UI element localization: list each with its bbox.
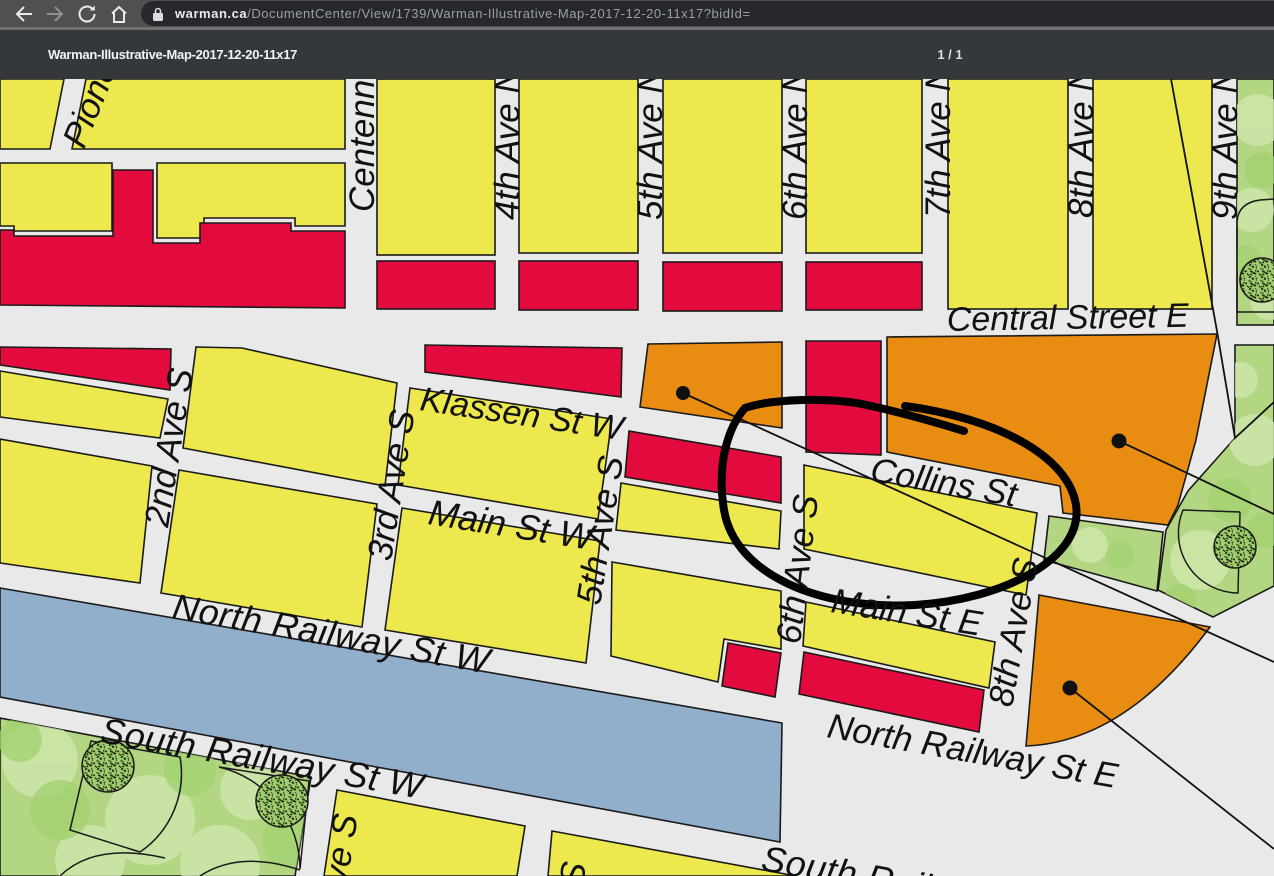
svg-text:Centennial: Centennial (343, 79, 382, 212)
svg-text:8th Ave N: 8th Ave N (1062, 79, 1101, 218)
svg-text:5th Ave N: 5th Ave N (631, 79, 670, 220)
svg-text:6th Ave N: 6th Ave N (776, 79, 815, 220)
svg-text:7th Ave N: 7th Ave N (919, 79, 958, 218)
svg-text:4th Ave N: 4th Ave N (488, 79, 527, 220)
svg-text:Central Street E: Central Street E (946, 297, 1189, 339)
svg-text:9th Ave N: 9th Ave N (1206, 79, 1245, 220)
